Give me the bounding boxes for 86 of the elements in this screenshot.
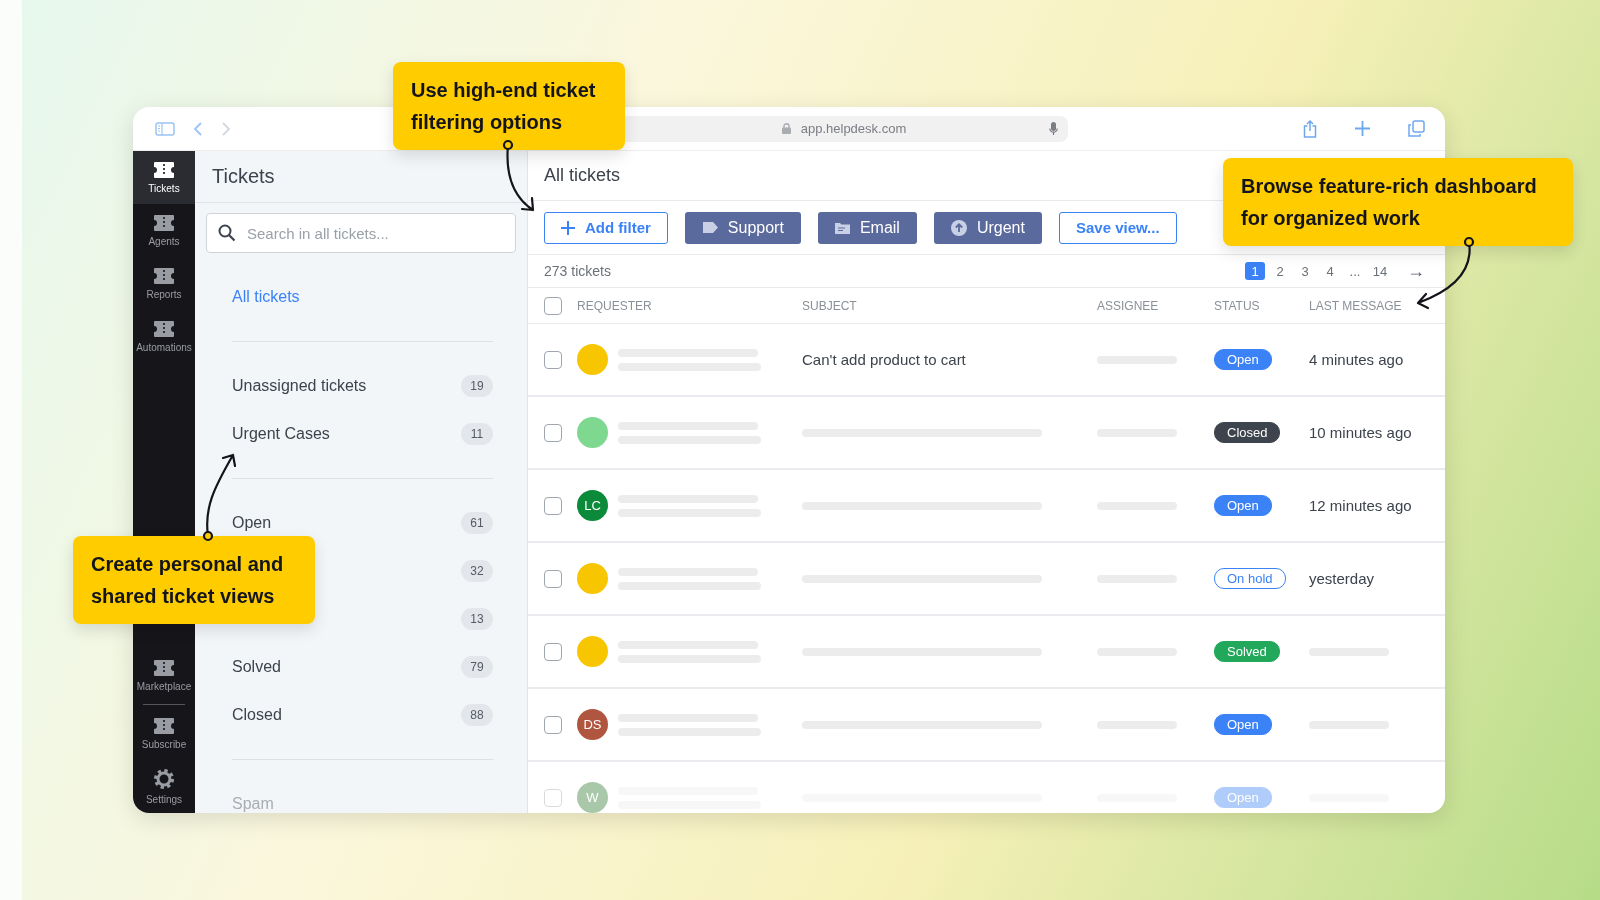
page-link[interactable]: ... bbox=[1345, 262, 1365, 280]
column-header: ASSIGNEE bbox=[1097, 298, 1160, 313]
column-header: LAST MESSAGE bbox=[1309, 298, 1403, 313]
time-text: yesterday bbox=[1309, 569, 1375, 587]
checkbox[interactable] bbox=[544, 296, 562, 315]
ticket-icon bbox=[153, 214, 175, 232]
plus-icon[interactable] bbox=[1355, 121, 1370, 136]
checkbox[interactable] bbox=[544, 715, 562, 734]
checkbox[interactable] bbox=[544, 642, 562, 661]
callout-tooltip: Create personal and shared ticket views bbox=[73, 536, 315, 624]
time-text: 12 minutes ago bbox=[1309, 496, 1412, 514]
settings-icon bbox=[153, 768, 175, 790]
tabs-icon[interactable] bbox=[1408, 120, 1425, 137]
column-header: REQUESTER bbox=[577, 298, 653, 313]
plus-icon bbox=[561, 220, 575, 235]
callout-tooltip: Browse feature-rich dashboard for organized work bbox=[1223, 158, 1573, 246]
sidebar-item[interactable]: Closed 88 bbox=[232, 691, 493, 739]
add-filter-button[interactable]: Add filter bbox=[544, 211, 668, 244]
url-text: app.helpdesk.com bbox=[800, 121, 907, 136]
ticket-icon bbox=[153, 717, 175, 735]
folder-icon bbox=[834, 221, 850, 234]
tag-icon bbox=[701, 222, 718, 233]
filter-chip[interactable]: Urgent bbox=[933, 211, 1042, 244]
sidebar-item[interactable]: 13 bbox=[461, 595, 493, 643]
sidebar-item[interactable]: Urgent Cases 11 bbox=[232, 410, 493, 458]
sidebar-item[interactable]: Solved 79 bbox=[232, 643, 493, 691]
ticket-icon bbox=[153, 161, 175, 179]
share-icon[interactable] bbox=[1303, 119, 1317, 138]
search-icon bbox=[218, 224, 236, 242]
save-view-button[interactable]: Save view... bbox=[1058, 211, 1177, 244]
filter-chip[interactable]: Support bbox=[684, 211, 801, 244]
checkbox[interactable] bbox=[544, 423, 562, 442]
sidebar-item[interactable]: Unassigned tickets 19 bbox=[232, 362, 493, 410]
status-badge: Open bbox=[1214, 349, 1272, 370]
page-link[interactable]: 2 bbox=[1270, 262, 1290, 280]
count-badge: 61 bbox=[461, 512, 493, 534]
page-link[interactable]: 1 bbox=[1245, 262, 1265, 280]
callout-tooltip: Use high-end ticket filtering options bbox=[393, 62, 625, 150]
time-text: 10 minutes ago bbox=[1309, 423, 1412, 441]
sidebar-item[interactable]: All tickets bbox=[232, 273, 493, 321]
next-page-link[interactable]: → bbox=[1407, 260, 1425, 282]
status-badge: Solved bbox=[1214, 641, 1280, 662]
status-badge: Open bbox=[1214, 787, 1272, 808]
status-badge: Open bbox=[1214, 714, 1272, 735]
subject-text: Can't add product to cart bbox=[802, 350, 966, 368]
nav-item[interactable]: Tickets bbox=[133, 151, 195, 204]
status-badge: Open bbox=[1214, 495, 1272, 516]
column-header: SUBJECT bbox=[802, 298, 858, 313]
nav-item[interactable]: Subscribe bbox=[133, 707, 195, 760]
page-link[interactable]: 3 bbox=[1295, 262, 1315, 280]
avatar: W bbox=[577, 782, 608, 813]
nav-item[interactable]: Marketplace bbox=[133, 649, 195, 702]
column-header: STATUS bbox=[1214, 298, 1261, 313]
forward-icon[interactable] bbox=[221, 120, 231, 137]
page-link[interactable]: 4 bbox=[1320, 262, 1340, 280]
filter-chip[interactable]: Email bbox=[817, 211, 917, 244]
count-badge: 79 bbox=[461, 656, 493, 678]
lock-icon bbox=[781, 123, 791, 134]
sidebar-toggle-icon[interactable] bbox=[155, 121, 175, 136]
panel-title: Tickets bbox=[195, 151, 527, 203]
sidebar-item[interactable]: 32 bbox=[461, 547, 493, 595]
count-badge: 13 bbox=[461, 608, 493, 630]
checkbox[interactable] bbox=[544, 496, 562, 515]
avatar: DS bbox=[577, 709, 608, 740]
checkbox[interactable] bbox=[544, 569, 562, 588]
nav-item[interactable]: Settings bbox=[133, 760, 195, 813]
nav-item[interactable]: Automations bbox=[133, 310, 195, 363]
back-icon[interactable] bbox=[193, 120, 203, 137]
time-text: 4 minutes ago bbox=[1309, 350, 1404, 368]
ticket-icon bbox=[153, 320, 175, 338]
status-badge: On hold bbox=[1214, 568, 1286, 589]
microphone-icon[interactable] bbox=[1049, 121, 1058, 136]
count-badge: 88 bbox=[461, 704, 493, 726]
search-field[interactable]: Search in all tickets... bbox=[206, 213, 516, 253]
ticket-icon bbox=[153, 267, 175, 285]
nav-item[interactable]: Agents bbox=[133, 204, 195, 257]
page-link[interactable]: 14 bbox=[1370, 262, 1390, 280]
count-badge: 32 bbox=[461, 560, 493, 582]
status-badge: Closed bbox=[1214, 422, 1281, 443]
count-badge: 11 bbox=[461, 423, 493, 445]
ticket-count: 273 tickets bbox=[544, 263, 611, 279]
nav-item[interactable]: Reports bbox=[133, 257, 195, 310]
checkbox[interactable] bbox=[544, 350, 562, 369]
ticket-icon bbox=[153, 659, 175, 677]
count-badge: 19 bbox=[461, 375, 493, 397]
avatar: LC bbox=[577, 490, 608, 521]
